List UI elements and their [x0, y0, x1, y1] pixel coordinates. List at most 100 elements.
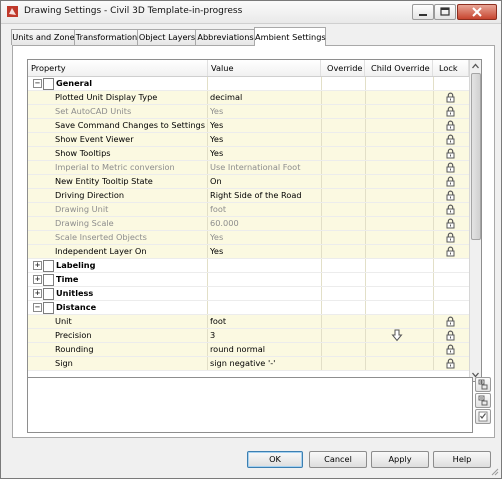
property-row[interactable]: New Entity Tooltip State On: [28, 175, 469, 189]
override-cell[interactable]: [321, 245, 365, 258]
property-value[interactable]: round normal: [208, 343, 321, 356]
override-cell[interactable]: [321, 91, 365, 104]
property-value[interactable]: sign negative '-': [208, 357, 321, 370]
property-row[interactable]: Show Tooltips Yes: [28, 147, 469, 161]
collapse-all-button[interactable]: [475, 393, 491, 408]
property-value[interactable]: Yes: [208, 119, 321, 132]
child-override-cell[interactable]: [365, 147, 433, 160]
property-row[interactable]: Show Event Viewer Yes: [28, 133, 469, 147]
property-row[interactable]: Plotted Unit Display Type decimal: [28, 91, 469, 105]
property-row[interactable]: Independent Layer On Yes: [28, 245, 469, 259]
child-override-cell[interactable]: [365, 105, 433, 118]
collapse-toggle-icon[interactable]: −: [33, 303, 42, 312]
lock-cell[interactable]: [433, 357, 469, 370]
property-value[interactable]: Yes: [208, 105, 321, 118]
property-row[interactable]: Rounding round normal: [28, 343, 469, 357]
child-override-cell[interactable]: [365, 357, 433, 370]
category-row[interactable]: + Labeling: [28, 259, 469, 273]
category-row[interactable]: − Distance: [28, 301, 469, 315]
property-value[interactable]: decimal: [208, 91, 321, 104]
property-row[interactable]: Drawing Unit foot: [28, 203, 469, 217]
lock-cell[interactable]: [433, 175, 469, 188]
column-header-value[interactable]: Value: [208, 60, 321, 76]
property-row[interactable]: Drawing Scale 60.000: [28, 217, 469, 231]
child-override-cell[interactable]: [365, 91, 433, 104]
tab-ambient-settings[interactable]: Ambient Settings: [254, 27, 326, 46]
category-row[interactable]: − General: [28, 77, 469, 91]
child-override-cell[interactable]: [365, 203, 433, 216]
override-cell[interactable]: [321, 203, 365, 216]
child-override-cell[interactable]: [365, 175, 433, 188]
override-cell[interactable]: [321, 147, 365, 160]
lock-cell[interactable]: [433, 315, 469, 328]
lock-cell[interactable]: [433, 329, 469, 342]
property-value[interactable]: 60.000: [208, 217, 321, 230]
tab-abbreviations[interactable]: Abbreviations: [195, 29, 256, 45]
child-override-cell[interactable]: [365, 161, 433, 174]
property-row[interactable]: Imperial to Metric conversion Use Interna…: [28, 161, 469, 175]
child-override-cell[interactable]: [365, 343, 433, 356]
child-override-cell[interactable]: [365, 119, 433, 132]
maximize-button[interactable]: [434, 4, 456, 20]
child-override-cell[interactable]: [365, 315, 433, 328]
property-value[interactable]: Yes: [208, 231, 321, 244]
property-value[interactable]: Yes: [208, 245, 321, 258]
override-cell[interactable]: [321, 357, 365, 370]
category-cell[interactable]: − Distance: [28, 301, 207, 314]
title-bar[interactable]: Drawing Settings - Civil 3D Template-in-…: [1, 1, 501, 24]
override-cell[interactable]: [321, 189, 365, 202]
property-value[interactable]: Use International Foot: [208, 161, 321, 174]
override-cell[interactable]: [321, 343, 365, 356]
override-cell[interactable]: [321, 175, 365, 188]
override-cell[interactable]: [321, 231, 365, 244]
lock-cell[interactable]: [433, 203, 469, 216]
child-override-cell[interactable]: [365, 231, 433, 244]
cancel-button[interactable]: Cancel: [309, 451, 367, 468]
property-row[interactable]: Precision 3: [28, 329, 469, 343]
lock-cell[interactable]: [433, 119, 469, 132]
property-value[interactable]: 3: [208, 329, 321, 342]
tab-transformation[interactable]: Transformation: [74, 29, 139, 45]
lock-cell[interactable]: [433, 105, 469, 118]
category-cell[interactable]: + Labeling: [28, 259, 207, 272]
lock-cell[interactable]: [433, 343, 469, 356]
property-row[interactable]: Set AutoCAD Units Yes: [28, 105, 469, 119]
category-row[interactable]: + Unitless: [28, 287, 469, 301]
property-row[interactable]: Driving Direction Right Side of the Road: [28, 189, 469, 203]
column-header-lock[interactable]: Lock: [433, 60, 469, 76]
column-header-override[interactable]: Override: [321, 60, 365, 76]
minimize-button[interactable]: [412, 4, 434, 20]
child-override-cell[interactable]: [365, 329, 433, 342]
override-cell[interactable]: [321, 217, 365, 230]
tab-units-and-zone[interactable]: Units and Zone: [11, 29, 76, 45]
close-button[interactable]: [457, 4, 497, 20]
property-value[interactable]: foot: [208, 315, 321, 328]
property-row[interactable]: Sign sign negative '-': [28, 357, 469, 371]
column-header-child-override[interactable]: Child Override: [365, 60, 433, 76]
category-cell[interactable]: − General: [28, 77, 207, 90]
lock-cell[interactable]: [433, 189, 469, 202]
expand-toggle-icon[interactable]: +: [33, 289, 42, 298]
lock-cell[interactable]: [433, 147, 469, 160]
edit-checklist-button[interactable]: [475, 409, 491, 424]
child-override-cell[interactable]: [365, 189, 433, 202]
scroll-up-icon[interactable]: [471, 61, 480, 72]
grid-scrollbar[interactable]: [469, 60, 481, 381]
expand-toggle-icon[interactable]: +: [33, 275, 42, 284]
column-header-property[interactable]: Property: [28, 60, 208, 76]
lock-cell[interactable]: [433, 217, 469, 230]
property-value[interactable]: Yes: [208, 133, 321, 146]
child-override-cell[interactable]: [365, 133, 433, 146]
child-override-cell[interactable]: [365, 245, 433, 258]
collapse-toggle-icon[interactable]: −: [33, 79, 42, 88]
property-row[interactable]: Save Command Changes to Settings Yes: [28, 119, 469, 133]
property-row[interactable]: Scale Inserted Objects Yes: [28, 231, 469, 245]
override-cell[interactable]: [321, 105, 365, 118]
lock-cell[interactable]: [433, 133, 469, 146]
help-button[interactable]: Help: [433, 451, 491, 468]
lock-cell[interactable]: [433, 231, 469, 244]
expand-toggle-icon[interactable]: +: [33, 261, 42, 270]
expand-all-button[interactable]: [475, 377, 491, 392]
tab-object-layers[interactable]: Object Layers: [137, 29, 197, 45]
category-cell[interactable]: + Time: [28, 273, 207, 286]
